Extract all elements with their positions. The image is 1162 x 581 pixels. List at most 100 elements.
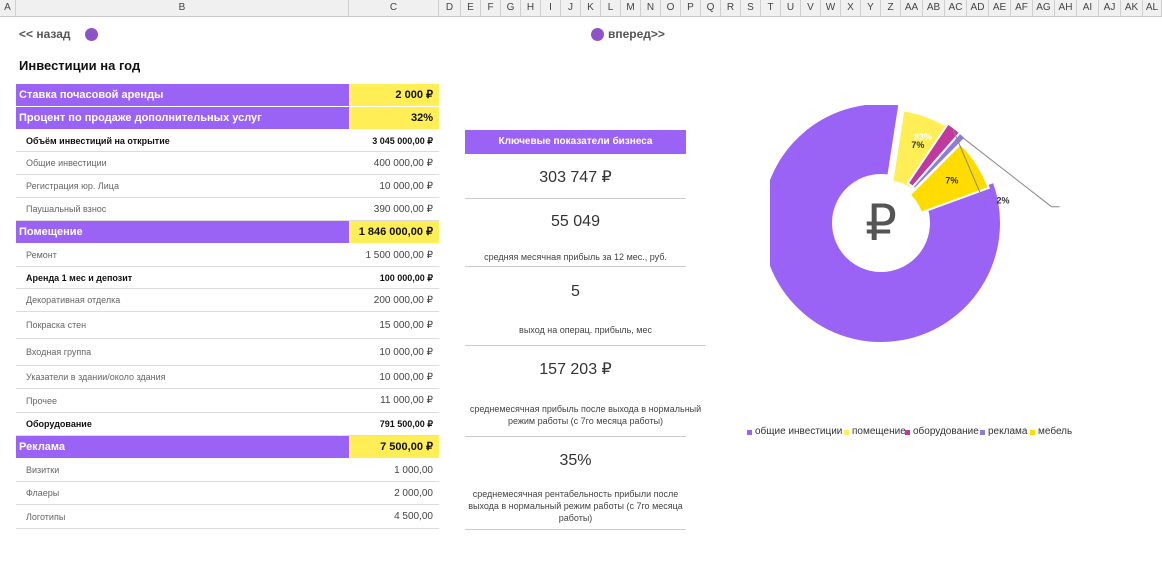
back-link[interactable]: << назад	[19, 27, 71, 41]
column-header-u[interactable]: U	[781, 0, 801, 16]
row-value: 32%	[410, 112, 433, 124]
slice-data-label: 7%	[911, 140, 924, 150]
kpi-label-2: средняя месячная прибыль за 12 мес., руб…	[484, 252, 667, 262]
table-row[interactable]: Процент по продаже дополнительных услуг 3…	[16, 107, 439, 130]
row-value: 1 500 000,00 ₽	[365, 250, 433, 261]
column-header-al[interactable]: AL	[1143, 0, 1162, 16]
legend-swatch	[980, 430, 985, 435]
column-header-b[interactable]: B	[16, 0, 349, 16]
table-row[interactable]: Ремонт 1 500 000,00 ₽	[16, 244, 439, 267]
kpi-divider	[465, 266, 686, 267]
row-label: Флаеры	[26, 488, 60, 498]
column-header-ah[interactable]: AH	[1055, 0, 1077, 16]
row-value: 2 000 ₽	[395, 89, 433, 101]
table-row[interactable]: Покраска стен 15 000,00 ₽	[16, 312, 439, 339]
column-header-m[interactable]: M	[621, 0, 641, 16]
column-header-z[interactable]: Z	[881, 0, 901, 16]
row-value: 1 000,00	[394, 465, 433, 476]
table-row[interactable]: Ставка почасовой аренды 2 000 ₽	[16, 84, 439, 107]
column-header-n[interactable]: N	[641, 0, 661, 16]
table-row[interactable]: Регистрация юр. Лица 10 000,00 ₽	[16, 175, 439, 198]
column-header-l[interactable]: L	[601, 0, 621, 16]
row-label: Аренда 1 мес и депозит	[26, 273, 133, 283]
column-header-i[interactable]: I	[541, 0, 561, 16]
row-value: 400 000,00 ₽	[373, 158, 433, 169]
column-header-x[interactable]: X	[841, 0, 861, 16]
column-header-k[interactable]: K	[581, 0, 601, 16]
legend-swatch	[844, 430, 849, 435]
column-header-q[interactable]: Q	[701, 0, 721, 16]
column-header-d[interactable]: D	[439, 0, 461, 16]
kpi-divider	[465, 436, 686, 437]
legend-swatch	[747, 430, 752, 435]
table-row[interactable]: Оборудование 791 500,00 ₽	[16, 413, 439, 436]
row-label: Покраска стен	[26, 320, 87, 330]
column-header-aa[interactable]: AA	[901, 0, 923, 16]
column-header-ac[interactable]: AC	[945, 0, 967, 16]
column-header-ae[interactable]: AE	[989, 0, 1011, 16]
table-row[interactable]: Указатели в здании/около здания 10 000,00…	[16, 366, 439, 389]
column-header-s[interactable]: S	[741, 0, 761, 16]
legend-entry[interactable]: общие инвестиции	[755, 426, 842, 437]
row-label: Оборудование	[26, 419, 92, 429]
table-row[interactable]: Паушальный взнос 390 000,00 ₽	[16, 198, 439, 221]
row-label: Помещение	[19, 226, 83, 238]
row-value: 390 000,00 ₽	[373, 204, 433, 215]
column-header-af[interactable]: AF	[1011, 0, 1033, 16]
table-row[interactable]: Объём инвестиций на открытие 3 045 000,00…	[16, 130, 439, 152]
column-header-w[interactable]: W	[821, 0, 841, 16]
table-row[interactable]: Общие инвестиции 400 000,00 ₽	[16, 152, 439, 175]
table-row[interactable]: Декоративная отделка 200 000,00 ₽	[16, 289, 439, 312]
column-header-y[interactable]: Y	[861, 0, 881, 16]
table-row[interactable]: Аренда 1 мес и депозит 100 000,00 ₽	[16, 267, 439, 289]
kpi-header: Ключевые показатели бизнеса	[465, 130, 686, 154]
column-header-o[interactable]: O	[661, 0, 681, 16]
forward-link[interactable]: вперед>>	[608, 27, 665, 41]
legend-swatch	[1030, 430, 1035, 435]
table-row[interactable]: Входная группа 10 000,00 ₽	[16, 339, 439, 366]
table-row[interactable]: Реклама 7 500,00 ₽	[16, 436, 439, 459]
table-row[interactable]: Прочее 11 000,00 ₽	[16, 389, 439, 413]
column-header-f[interactable]: F	[481, 0, 501, 16]
table-row[interactable]: Помещение 1 846 000,00 ₽	[16, 221, 439, 244]
legend-entry[interactable]: реклама	[988, 426, 1027, 437]
row-value: 1 846 000,00 ₽	[358, 226, 433, 238]
column-header-ak[interactable]: AK	[1121, 0, 1143, 16]
legend-entry[interactable]: помещение	[852, 426, 906, 437]
column-header-ab[interactable]: AB	[923, 0, 945, 16]
kpi-divider	[465, 529, 686, 530]
column-header-a[interactable]: A	[0, 0, 16, 16]
table-row[interactable]: Логотипы 4 500,00	[16, 505, 439, 529]
forward-dot-button[interactable]	[591, 28, 604, 41]
column-header-ag[interactable]: AG	[1033, 0, 1055, 16]
kpi-value-2: 55 049	[551, 213, 600, 230]
column-header-aj[interactable]: AJ	[1099, 0, 1121, 16]
kpi-divider	[465, 198, 686, 199]
column-header-ad[interactable]: AD	[967, 0, 989, 16]
table-row[interactable]: Флаеры 2 000,00	[16, 482, 439, 505]
column-header-ai[interactable]: AI	[1077, 0, 1099, 16]
ruble-symbol: ₽	[865, 194, 897, 252]
column-header-c[interactable]: C	[349, 0, 439, 16]
row-label: Декоративная отделка	[26, 295, 121, 305]
column-header-p[interactable]: P	[681, 0, 701, 16]
column-header-j[interactable]: J	[561, 0, 581, 16]
column-header-e[interactable]: E	[461, 0, 481, 16]
row-label: Процент по продаже дополнительных услуг	[19, 112, 262, 124]
row-label: Регистрация юр. Лица	[26, 181, 119, 191]
column-header-v[interactable]: V	[801, 0, 821, 16]
table-row[interactable]: Визитки 1 000,00	[16, 459, 439, 482]
back-dot-button[interactable]	[85, 28, 98, 41]
row-label: Прочее	[26, 396, 57, 406]
slice-data-label: 7%	[945, 176, 958, 186]
legend-entry[interactable]: оборудование	[913, 426, 979, 437]
row-label: Указатели в здании/около здания	[26, 372, 166, 382]
row-label: Логотипы	[26, 512, 66, 522]
row-label: Визитки	[26, 465, 60, 475]
legend-entry[interactable]: мебель	[1038, 426, 1072, 437]
column-header-h[interactable]: H	[521, 0, 541, 16]
column-header-t[interactable]: T	[761, 0, 781, 16]
kpi-value-5: 35%	[559, 452, 592, 469]
column-header-g[interactable]: G	[501, 0, 521, 16]
column-header-r[interactable]: R	[721, 0, 741, 16]
